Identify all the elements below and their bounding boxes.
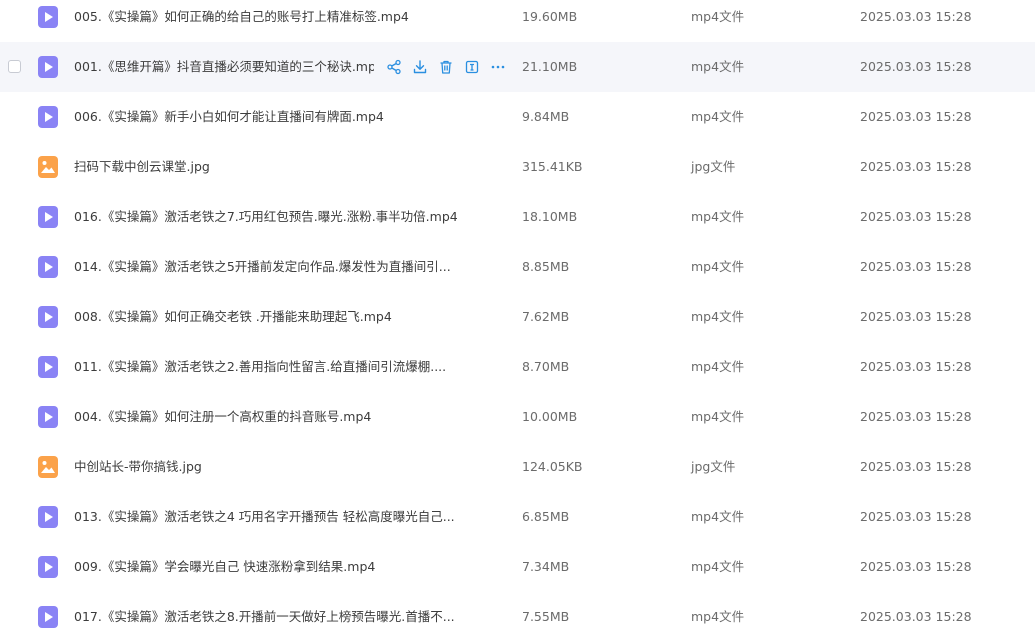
file-name[interactable]: 011.《实操篇》激活老铁之2.善用指向性留言.给直播间引流爆棚.... — [74, 342, 446, 392]
file-size: 19.60MB — [522, 9, 578, 24]
delete-icon[interactable] — [438, 59, 454, 75]
file-size: 7.55MB — [522, 609, 570, 624]
file-type: mp4文件 — [691, 559, 745, 574]
table-row[interactable]: 006.《实操篇》新手小白如何才能让直播间有牌面.mp4 9.84MB mp4文… — [0, 92, 1035, 142]
file-type: mp4文件 — [691, 9, 745, 24]
file-size: 8.85MB — [522, 259, 570, 274]
table-row[interactable]: 005.《实操篇》如何正确的给自己的账号打上精准标签.mp4 19.60MB m… — [0, 0, 1035, 42]
file-type: mp4文件 — [691, 309, 745, 324]
file-name[interactable]: 中创站长-带你搞钱.jpg — [74, 442, 202, 492]
file-name[interactable]: 013.《实操篇》激活老铁之4 巧用名字开播预告 轻松高度曝光自己... — [74, 492, 455, 542]
video-file-icon — [38, 356, 58, 378]
download-icon[interactable] — [412, 59, 428, 75]
file-name[interactable]: 005.《实操篇》如何正确的给自己的账号打上精准标签.mp4 — [74, 0, 409, 42]
file-date: 2025.03.03 15:28 — [860, 409, 972, 424]
image-file-icon — [38, 456, 58, 478]
video-file-icon — [38, 306, 58, 328]
file-date: 2025.03.03 15:28 — [860, 459, 972, 474]
file-name[interactable]: 004.《实操篇》如何注册一个高权重的抖音账号.mp4 — [74, 392, 371, 442]
file-size: 124.05KB — [522, 459, 583, 474]
video-file-icon — [38, 6, 58, 28]
file-type: mp4文件 — [691, 59, 745, 74]
more-icon[interactable] — [490, 59, 506, 75]
file-date: 2025.03.03 15:28 — [860, 59, 972, 74]
file-date: 2025.03.03 15:28 — [860, 109, 972, 124]
file-size: 8.70MB — [522, 359, 570, 374]
table-row[interactable]: 014.《实操篇》激活老铁之5开播前发定向作品.爆发性为直播间引... 8.85… — [0, 242, 1035, 292]
file-name[interactable]: 017.《实操篇》激活老铁之8.开播前一天做好上榜预告曝光.首播不... — [74, 592, 455, 631]
video-file-icon — [38, 206, 58, 228]
file-date: 2025.03.03 15:28 — [860, 259, 972, 274]
file-size: 6.85MB — [522, 509, 570, 524]
file-type: mp4文件 — [691, 359, 745, 374]
file-type: jpg文件 — [691, 459, 736, 474]
table-row[interactable]: 009.《实操篇》学会曝光自己 快速涨粉拿到结果.mp4 7.34MB mp4文… — [0, 542, 1035, 592]
file-date: 2025.03.03 15:28 — [860, 309, 972, 324]
table-row[interactable]: 004.《实操篇》如何注册一个高权重的抖音账号.mp4 10.00MB mp4文… — [0, 392, 1035, 442]
rename-icon[interactable] — [464, 59, 480, 75]
file-name[interactable]: 008.《实操篇》如何正确交老铁 .开播能来助理起飞.mp4 — [74, 292, 392, 342]
table-row[interactable]: 扫码下载中创云课堂.jpg 315.41KB jpg文件 2025.03.03 … — [0, 142, 1035, 192]
file-type: mp4文件 — [691, 609, 745, 624]
video-file-icon — [38, 606, 58, 628]
file-name[interactable]: 006.《实操篇》新手小白如何才能让直播间有牌面.mp4 — [74, 92, 384, 142]
file-date: 2025.03.03 15:28 — [860, 159, 972, 174]
file-type: jpg文件 — [691, 159, 736, 174]
table-row[interactable]: 中创站长-带你搞钱.jpg 124.05KB jpg文件 2025.03.03 … — [0, 442, 1035, 492]
file-name[interactable]: 014.《实操篇》激活老铁之5开播前发定向作品.爆发性为直播间引... — [74, 242, 451, 292]
file-date: 2025.03.03 15:28 — [860, 359, 972, 374]
file-size: 10.00MB — [522, 409, 578, 424]
image-file-icon — [38, 156, 58, 178]
share-icon[interactable] — [386, 59, 402, 75]
video-file-icon — [38, 556, 58, 578]
file-date: 2025.03.03 15:28 — [860, 509, 972, 524]
row-checkbox[interactable] — [8, 60, 21, 73]
table-row[interactable]: 001.《思维开篇》抖音直播必须要知道的三个秘诀.mp4 21.10MB mp4… — [0, 42, 1035, 92]
table-row[interactable]: 011.《实操篇》激活老铁之2.善用指向性留言.给直播间引流爆棚.... 8.7… — [0, 342, 1035, 392]
file-size: 7.34MB — [522, 559, 570, 574]
file-type: mp4文件 — [691, 109, 745, 124]
table-row[interactable]: 016.《实操篇》激活老铁之7.巧用红包预告.曝光.涨粉.事半功倍.mp4 18… — [0, 192, 1035, 242]
file-size: 21.10MB — [522, 59, 578, 74]
file-name[interactable]: 扫码下载中创云课堂.jpg — [74, 142, 210, 192]
video-file-icon — [38, 106, 58, 128]
file-size: 18.10MB — [522, 209, 578, 224]
table-row[interactable]: 017.《实操篇》激活老铁之8.开播前一天做好上榜预告曝光.首播不... 7.5… — [0, 592, 1035, 631]
file-type: mp4文件 — [691, 409, 745, 424]
video-file-icon — [38, 256, 58, 278]
video-file-icon — [38, 506, 58, 528]
file-date: 2025.03.03 15:28 — [860, 559, 972, 574]
file-type: mp4文件 — [691, 259, 745, 274]
file-list: 005.《实操篇》如何正确的给自己的账号打上精准标签.mp4 19.60MB m… — [0, 0, 1035, 631]
table-row[interactable]: 013.《实操篇》激活老铁之4 巧用名字开播预告 轻松高度曝光自己... 6.8… — [0, 492, 1035, 542]
row-actions — [386, 59, 506, 75]
file-name[interactable]: 009.《实操篇》学会曝光自己 快速涨粉拿到结果.mp4 — [74, 542, 375, 592]
file-type: mp4文件 — [691, 509, 745, 524]
video-file-icon — [38, 406, 58, 428]
file-date: 2025.03.03 15:28 — [860, 209, 972, 224]
file-name[interactable]: 001.《思维开篇》抖音直播必须要知道的三个秘诀.mp4 — [74, 42, 374, 92]
file-date: 2025.03.03 15:28 — [860, 609, 972, 624]
file-name[interactable]: 016.《实操篇》激活老铁之7.巧用红包预告.曝光.涨粉.事半功倍.mp4 — [74, 192, 458, 242]
file-size: 9.84MB — [522, 109, 570, 124]
table-row[interactable]: 008.《实操篇》如何正确交老铁 .开播能来助理起飞.mp4 7.62MB mp… — [0, 292, 1035, 342]
file-type: mp4文件 — [691, 209, 745, 224]
file-size: 315.41KB — [522, 159, 583, 174]
file-size: 7.62MB — [522, 309, 570, 324]
file-date: 2025.03.03 15:28 — [860, 9, 972, 24]
video-file-icon — [38, 56, 58, 78]
